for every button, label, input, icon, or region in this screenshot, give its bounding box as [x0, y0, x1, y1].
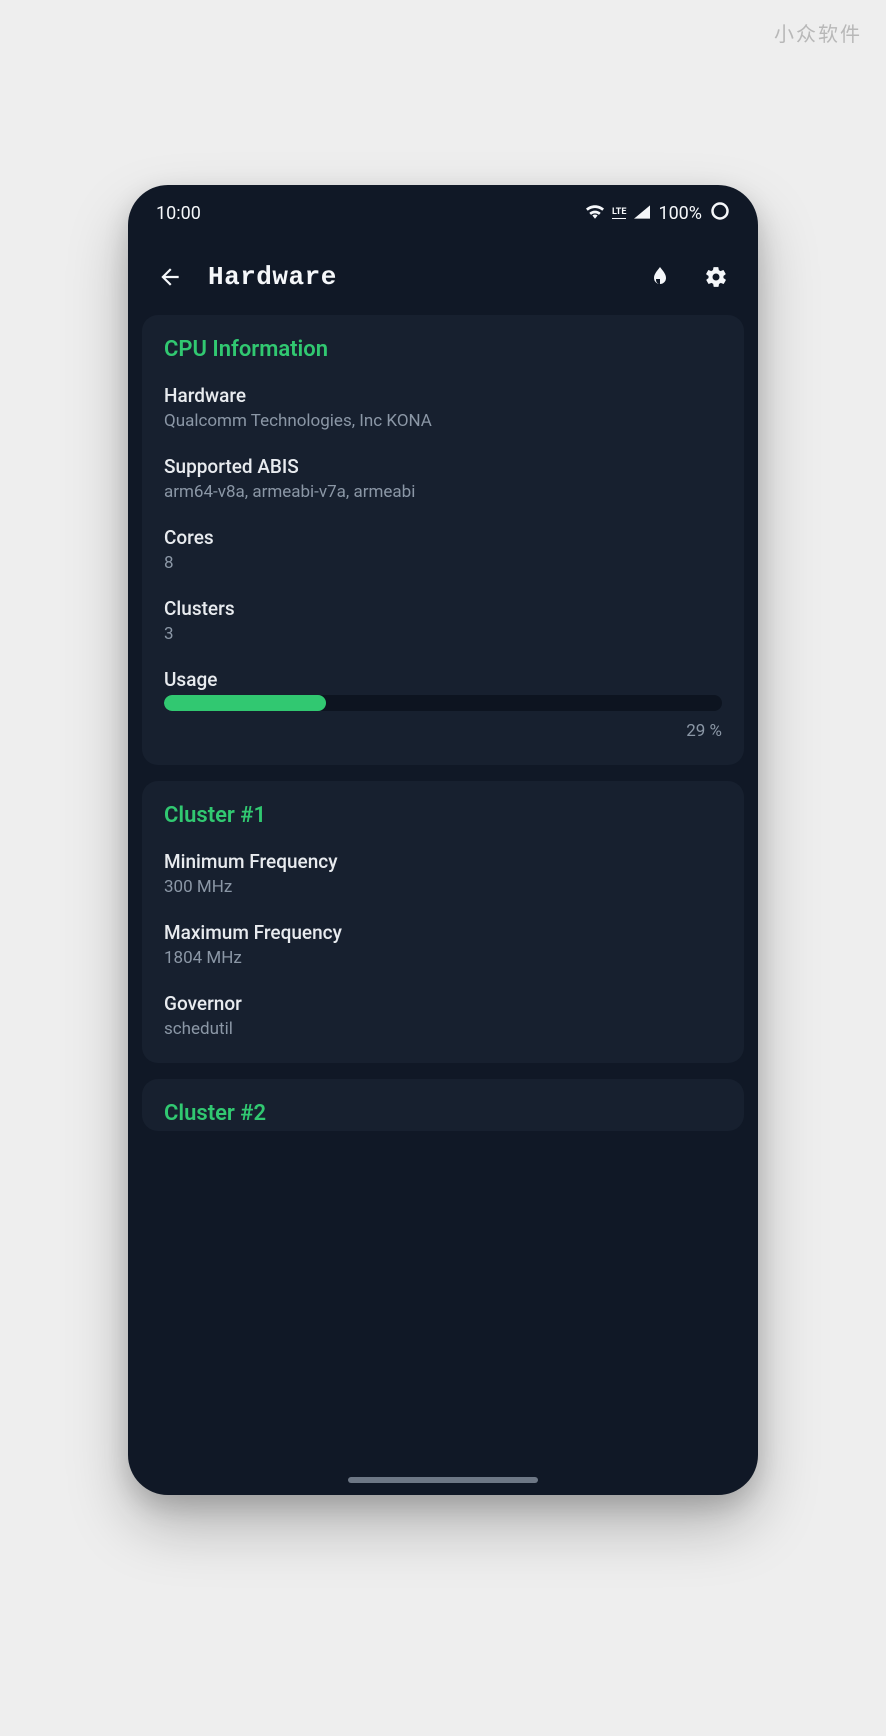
field-usage: Usage 29 %	[164, 668, 722, 741]
settings-button[interactable]	[698, 259, 734, 295]
card-title-cpu: CPU Information	[164, 337, 722, 362]
battery-text: 100%	[658, 203, 702, 224]
label-abis: Supported ABIS	[164, 455, 722, 478]
field-governor: Governor schedutil	[164, 992, 722, 1039]
card-title-cluster-1: Cluster #1	[164, 803, 722, 828]
value-cores: 8	[164, 553, 722, 573]
card-cpu-information: CPU Information Hardware Qualcomm Techno…	[142, 315, 744, 765]
field-max-frequency: Maximum Frequency 1804 MHz	[164, 921, 722, 968]
label-max-frequency: Maximum Frequency	[164, 921, 722, 944]
value-clusters: 3	[164, 624, 722, 644]
label-cores: Cores	[164, 526, 722, 549]
value-max-frequency: 1804 MHz	[164, 948, 722, 968]
label-usage: Usage	[164, 668, 722, 691]
field-cores: Cores 8	[164, 526, 722, 573]
label-min-frequency: Minimum Frequency	[164, 850, 722, 873]
field-min-frequency: Minimum Frequency 300 MHz	[164, 850, 722, 897]
back-button[interactable]	[152, 259, 188, 295]
card-title-cluster-2: Cluster #2	[164, 1101, 722, 1126]
usage-progress-fill	[164, 695, 326, 711]
phone-frame: 10:00 LTE 100% Hardware	[128, 185, 758, 1495]
lte-badge: LTE	[612, 208, 627, 219]
app-bar: Hardware	[128, 241, 758, 309]
gesture-nav-pill[interactable]	[348, 1477, 538, 1483]
watermark-text: 小众软件	[774, 18, 862, 47]
label-hardware: Hardware	[164, 384, 722, 407]
field-clusters: Clusters 3	[164, 597, 722, 644]
card-cluster-1: Cluster #1 Minimum Frequency 300 MHz Max…	[142, 781, 744, 1063]
value-governor: schedutil	[164, 1019, 722, 1039]
field-hardware: Hardware Qualcomm Technologies, Inc KONA	[164, 384, 722, 431]
value-hardware: Qualcomm Technologies, Inc KONA	[164, 411, 722, 431]
value-min-frequency: 300 MHz	[164, 877, 722, 897]
usage-progress-track	[164, 695, 722, 711]
page-title: Hardware	[208, 262, 622, 292]
value-abis: arm64-v8a, armeabi-v7a, armeabi	[164, 482, 722, 502]
label-governor: Governor	[164, 992, 722, 1015]
label-clusters: Clusters	[164, 597, 722, 620]
card-cluster-2: Cluster #2	[142, 1079, 744, 1131]
content-scroll[interactable]: CPU Information Hardware Qualcomm Techno…	[128, 309, 758, 1131]
usage-percent-text: 29 %	[164, 721, 722, 741]
field-abis: Supported ABIS arm64-v8a, armeabi-v7a, a…	[164, 455, 722, 502]
signal-icon	[634, 203, 650, 224]
status-time: 10:00	[156, 203, 201, 224]
battery-ring-icon	[710, 201, 730, 226]
theme-toggle-button[interactable]	[642, 259, 678, 295]
status-bar: 10:00 LTE 100%	[128, 185, 758, 241]
wifi-icon	[586, 203, 604, 224]
